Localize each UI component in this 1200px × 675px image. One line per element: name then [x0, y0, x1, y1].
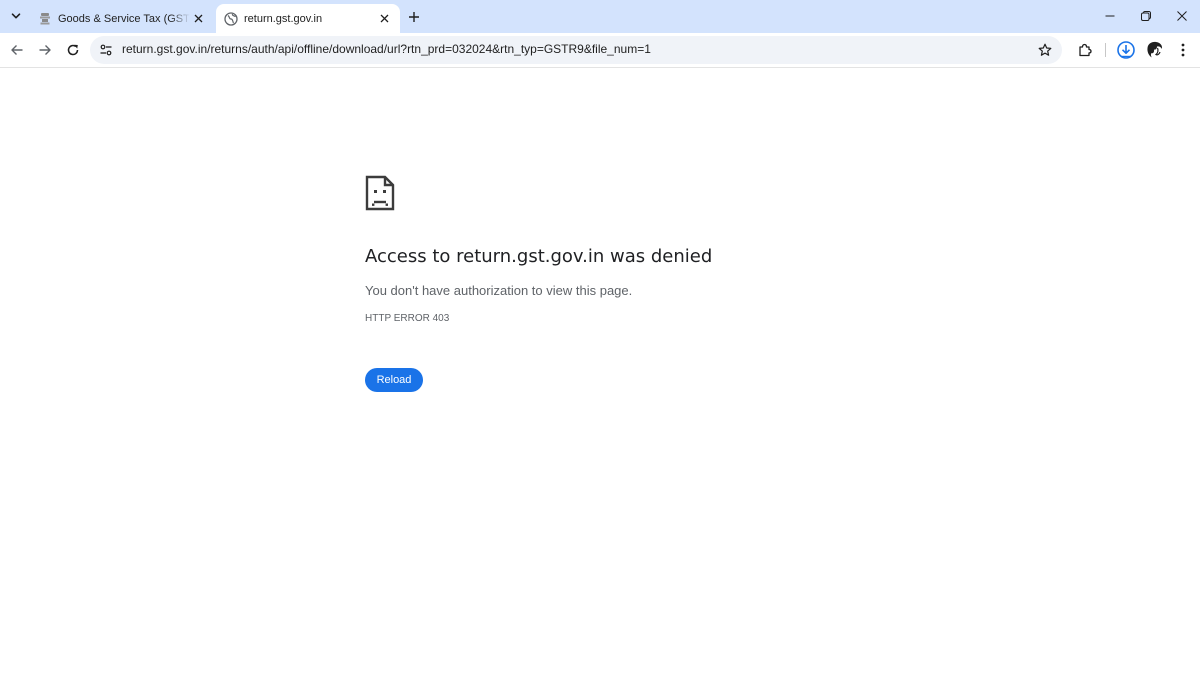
bookmark-button[interactable] — [1036, 41, 1054, 59]
restore-button[interactable] — [1128, 0, 1164, 32]
close-window-button[interactable] — [1164, 0, 1200, 32]
sad-page-icon — [365, 175, 395, 211]
toolbar-divider — [1105, 43, 1106, 57]
tab-search-button[interactable] — [5, 6, 27, 26]
tab-close-button[interactable] — [376, 11, 392, 27]
close-icon — [380, 14, 388, 23]
tab-title: Goods & Service Tax (GST) | User Dashboa… — [58, 12, 190, 25]
error-code: HTTP ERROR 403 — [365, 313, 450, 324]
close-icon — [194, 14, 202, 23]
profile-button[interactable] — [1143, 38, 1167, 62]
avatar — [1146, 41, 1164, 59]
minimize-icon — [1105, 15, 1115, 17]
error-heading: Access to return.gst.gov.in was denied — [365, 246, 713, 267]
plus-icon — [409, 12, 419, 22]
tab-close-button[interactable] — [190, 11, 206, 27]
emblem-icon — [38, 12, 52, 26]
window-controls — [1092, 0, 1200, 32]
back-button[interactable] — [5, 38, 29, 62]
tab-title: return.gst.gov.in — [244, 12, 323, 25]
chevron-down-icon — [11, 13, 21, 19]
minimize-button[interactable] — [1092, 0, 1128, 32]
globe-icon — [224, 11, 238, 26]
reload-button[interactable]: Reload — [365, 368, 423, 392]
error-message: You don't have authorization to view thi… — [365, 283, 633, 298]
star-icon — [1038, 43, 1052, 56]
tab-return-gst[interactable]: return.gst.gov.in — [216, 4, 400, 33]
toolbar: return.gst.gov.in/returns/auth/api/offli… — [0, 33, 1200, 68]
address-bar[interactable]: return.gst.gov.in/returns/auth/api/offli… — [90, 36, 1062, 64]
close-icon — [1177, 11, 1187, 21]
kebab-menu-icon — [1181, 43, 1185, 57]
arrow-right-icon — [39, 45, 51, 55]
browser-window: Goods & Service Tax (GST) | User Dashboa… — [0, 0, 1200, 675]
site-info-button[interactable] — [96, 40, 116, 60]
extensions-button[interactable] — [1073, 38, 1097, 62]
url-text[interactable]: return.gst.gov.in/returns/auth/api/offli… — [122, 42, 651, 56]
new-tab-button[interactable] — [404, 7, 424, 27]
arrow-left-icon — [11, 45, 23, 55]
download-icon — [1117, 41, 1135, 59]
restore-icon — [1141, 11, 1151, 21]
tab-gst-dashboard[interactable]: Goods & Service Tax (GST) | User Dashboa… — [30, 4, 214, 33]
tab-strip: Goods & Service Tax (GST) | User Dashboa… — [0, 0, 1200, 33]
reload-icon — [67, 44, 79, 56]
tune-icon — [100, 44, 112, 56]
reload-page-button[interactable] — [61, 38, 85, 62]
puzzle-icon — [1079, 43, 1092, 57]
browser-menu-button[interactable] — [1171, 38, 1195, 62]
forward-button[interactable] — [33, 38, 57, 62]
downloads-button[interactable] — [1114, 38, 1138, 62]
error-page: Access to return.gst.gov.in was denied Y… — [0, 68, 1200, 675]
